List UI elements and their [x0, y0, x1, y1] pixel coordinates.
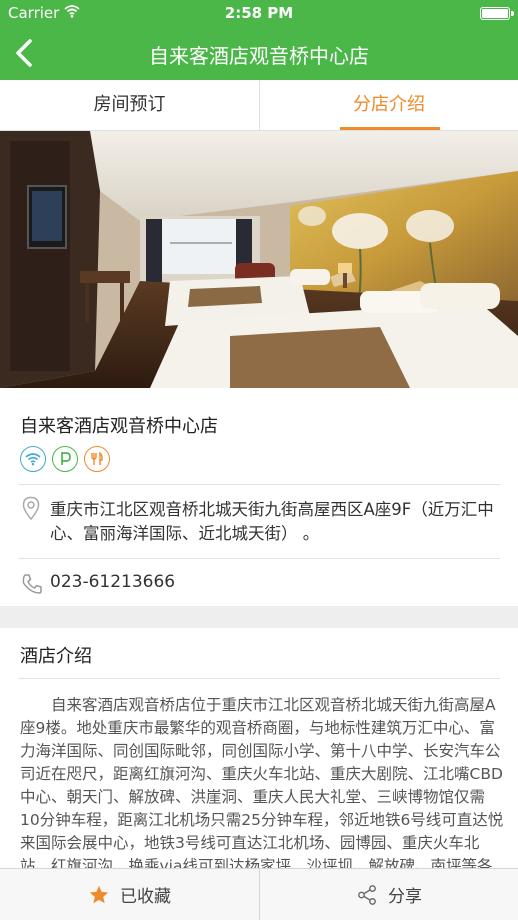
back-arrow-icon[interactable] [10, 36, 40, 70]
battery-icon [480, 7, 514, 20]
status-bar: Carrier 2:58 PM [0, 0, 518, 26]
favorite-label: 已收藏 [120, 887, 171, 907]
divider [18, 484, 500, 485]
restaurant-icon [84, 446, 110, 472]
phone-icon [22, 574, 42, 594]
hotel-info-section: 自来客酒店观音桥中心店 重庆市江北区观音桥北城天街九街高屋西区A座9F（近万汇中… [0, 388, 518, 606]
tab-branch-intro[interactable]: 分店介绍 [259, 80, 518, 130]
section-gap [0, 606, 518, 628]
favorite-button[interactable]: 已收藏 [0, 869, 259, 920]
parking-icon [52, 446, 78, 472]
share-label: 分享 [388, 887, 422, 907]
intro-body: 自来客酒店观音桥店位于重庆市江北区观音桥北城天街九街高屋A座9楼。地处重庆市最繁… [20, 696, 504, 868]
tab-branch-intro-label: 分店介绍 [353, 94, 425, 115]
active-tab-indicator [340, 127, 440, 130]
page-title: 自来客酒店观音桥中心店 [149, 44, 369, 68]
divider [18, 558, 500, 559]
intro-title: 酒店介绍 [20, 646, 92, 667]
share-button[interactable]: 分享 [259, 869, 518, 920]
hotel-room-photo [0, 131, 518, 388]
clock: 2:58 PM [224, 4, 294, 22]
hotel-phone[interactable]: 023-61213666 [50, 572, 175, 592]
star-icon [89, 885, 109, 903]
hotel-address[interactable]: 重庆市江北区观音桥北城天街九街高屋西区A座9F（近万汇中心、富丽海洋国际、近北城… [50, 498, 504, 546]
divider [18, 678, 500, 679]
tab-room-booking[interactable]: 房间预订 [0, 80, 259, 130]
segmented-tabs: 房间预订 分店介绍 [0, 80, 518, 131]
wifi-icon [20, 446, 46, 472]
location-pin-icon [22, 496, 40, 521]
hotel-name: 自来客酒店观音桥中心店 [20, 416, 218, 437]
hotel-intro-section: 酒店介绍 自来客酒店观音桥店位于重庆市江北区观音桥北城天街九街高屋A座9楼。地处… [0, 628, 518, 868]
navigation-bar: Carrier 2:58 PM 自来客酒店观音桥中心店 [0, 0, 518, 80]
share-icon [358, 884, 376, 905]
bottom-action-bar: 已收藏 分享 [0, 868, 518, 920]
